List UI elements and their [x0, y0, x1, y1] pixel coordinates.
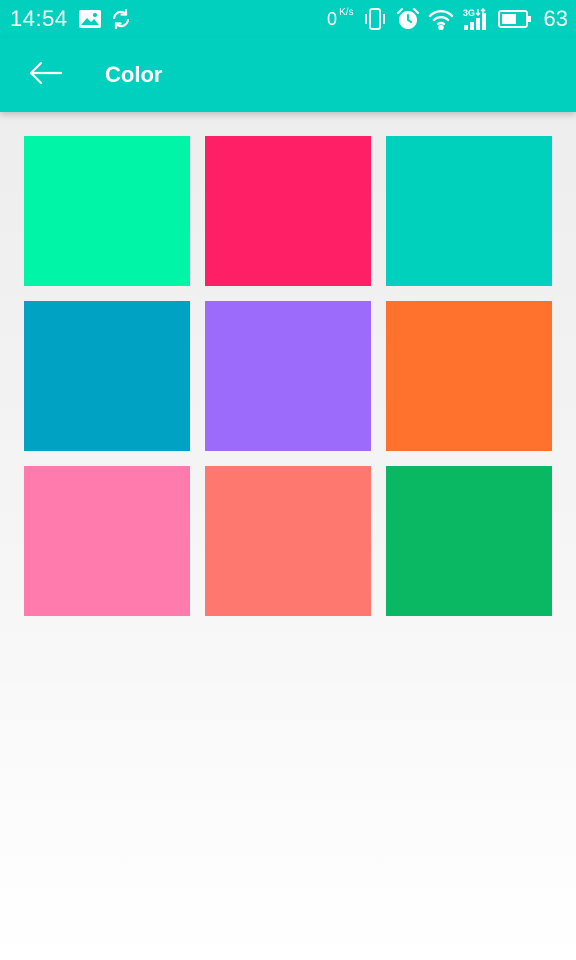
back-button[interactable]	[22, 51, 70, 99]
arrow-left-icon	[29, 61, 63, 90]
swatch-orange[interactable]	[386, 301, 552, 451]
swatch-turquoise[interactable]	[386, 136, 552, 286]
swatch-ocean-blue[interactable]	[24, 301, 190, 451]
sync-icon	[110, 8, 132, 30]
swatch-pink[interactable]	[24, 466, 190, 616]
signal-3g-icon: 3G	[462, 7, 490, 31]
net-speed: 0 K/s	[327, 6, 354, 30]
battery-level: 63	[543, 6, 568, 31]
status-time: 14:54	[10, 6, 68, 31]
status-bar: 14:54 0 K/s 3G 63	[0, 0, 576, 38]
net-speed-unit: K/s	[339, 6, 354, 18]
battery-icon	[497, 9, 532, 29]
color-swatch-grid	[24, 136, 552, 616]
swatch-green[interactable]	[386, 466, 552, 616]
app-bar: Color	[0, 38, 576, 112]
status-left: 14:54	[10, 6, 140, 32]
wifi-icon	[428, 8, 454, 30]
svg-text:3G: 3G	[463, 8, 475, 18]
net-speed-value: 0	[327, 8, 338, 29]
swatch-crimson-pink[interactable]	[205, 136, 371, 286]
alarm-icon	[396, 7, 420, 31]
status-right: 0 K/s 3G 63	[327, 6, 568, 32]
image-icon	[78, 9, 102, 29]
vibrate-icon	[362, 8, 388, 30]
swatch-lavender[interactable]	[205, 301, 371, 451]
swatch-spring-green[interactable]	[24, 136, 190, 286]
page-title: Color	[105, 62, 163, 87]
swatch-salmon[interactable]	[205, 466, 371, 616]
